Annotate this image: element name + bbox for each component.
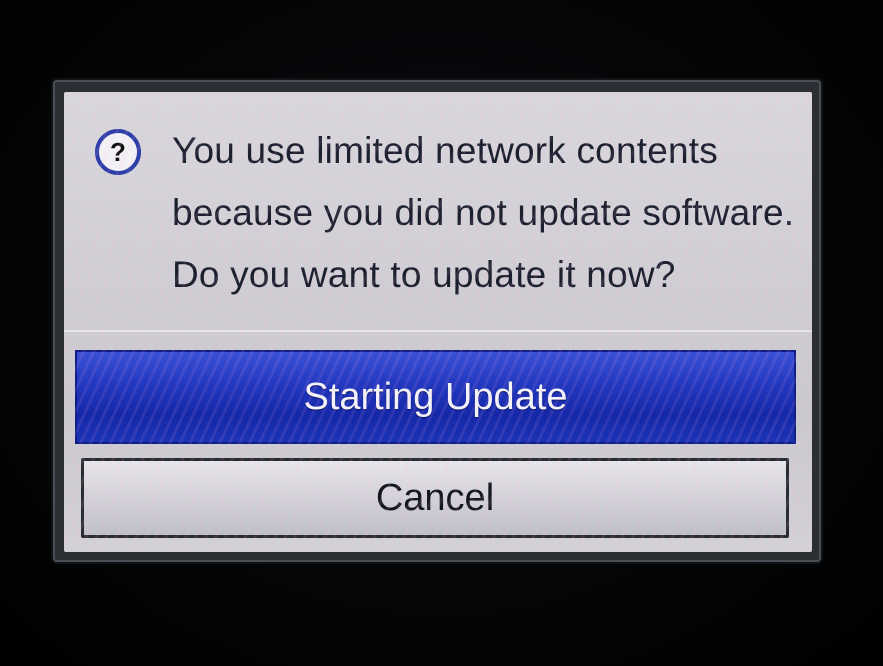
cancel-button[interactable]: Cancel bbox=[81, 458, 789, 538]
dialog-message: You use limited network contents because… bbox=[172, 120, 795, 306]
question-icon-glyph: ? bbox=[110, 137, 126, 167]
question-icon: ? bbox=[95, 129, 141, 175]
message-line-1: You use limited network contents bbox=[172, 130, 718, 171]
message-line-2: because you did not update software. bbox=[172, 192, 795, 233]
update-dialog: ? You use limited network contents becau… bbox=[64, 92, 812, 552]
message-line-3: Do you want to update it now? bbox=[172, 254, 676, 295]
cancel-label: Cancel bbox=[375, 476, 495, 519]
starting-update-label: Starting Update bbox=[303, 375, 568, 418]
dialog-divider bbox=[64, 330, 812, 332]
starting-update-button[interactable]: Starting Update bbox=[75, 350, 796, 444]
